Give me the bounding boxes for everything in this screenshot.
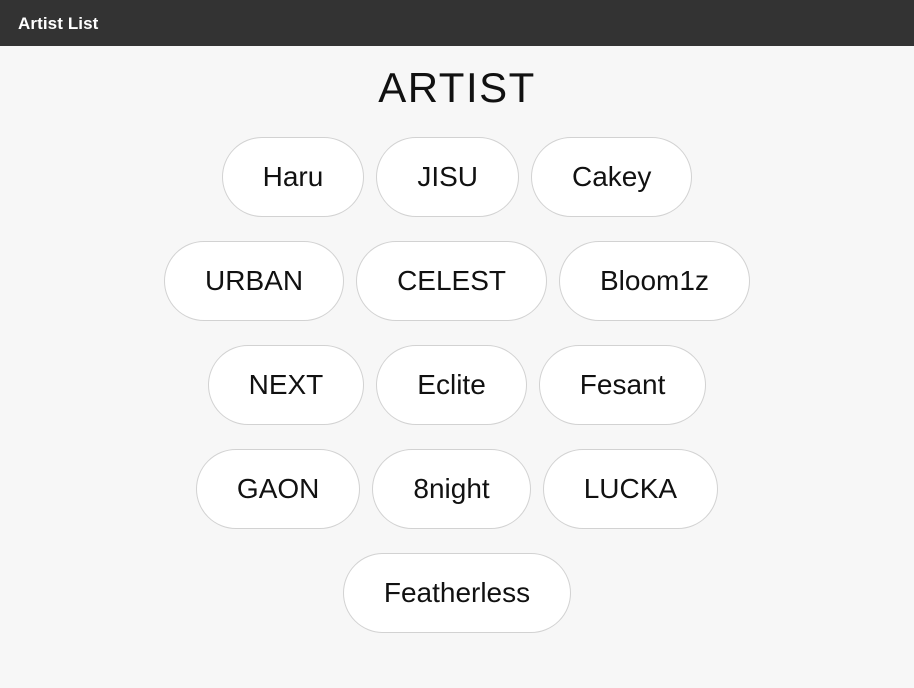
artist-pill[interactable]: Eclite: [376, 345, 527, 426]
artist-pill[interactable]: Fesant: [538, 345, 707, 426]
artist-pill[interactable]: JISU: [376, 137, 519, 218]
artist-pill[interactable]: CELEST: [356, 241, 547, 322]
page-title: ARTIST: [378, 64, 536, 111]
artist-pill[interactable]: LUCKA: [542, 449, 719, 530]
artist-pill[interactable]: Bloom1z: [559, 241, 750, 322]
artist-pill[interactable]: 8night: [372, 449, 531, 530]
artist-pill[interactable]: NEXT: [207, 345, 365, 426]
artist-pill[interactable]: Featherless: [342, 553, 572, 634]
artist-pill[interactable]: Haru: [221, 137, 365, 218]
app-header-bar: Artist List: [0, 0, 914, 46]
artist-list: Haru JISU Cakey URBAN CELEST Bloom1z NEXT Eclit…: [155, 137, 759, 634]
app-title: Artist List: [18, 13, 99, 33]
page-content: ARTIST Haru JISU Cakey URBAN CELEST Bloom1z NE…: [0, 46, 914, 688]
artist-pill[interactable]: GAON: [195, 449, 361, 530]
artist-pill[interactable]: Cakey: [531, 137, 693, 218]
artist-pill[interactable]: URBAN: [164, 241, 345, 322]
